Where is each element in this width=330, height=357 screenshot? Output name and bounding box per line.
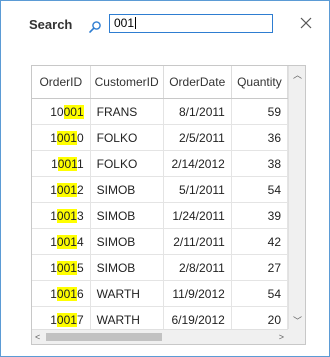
cell-orderid[interactable]: 10017 bbox=[32, 306, 91, 329]
search-match-highlight: 001 bbox=[56, 130, 77, 145]
cell-customerid[interactable]: FRANS bbox=[90, 98, 164, 125]
grid-body: 10001 FRANS 8/1/2011 59 10010 FOLKO 2/5/2011 36… bbox=[32, 98, 288, 329]
scroll-down-icon[interactable]: ﹀ bbox=[293, 316, 302, 326]
scroll-left-icon[interactable]: < bbox=[35, 332, 40, 342]
cell-orderid[interactable]: 10012 bbox=[32, 176, 91, 203]
table-row[interactable]: 10014 SIMOB 2/11/2011 42 bbox=[32, 228, 288, 255]
vertical-scrollbar[interactable]: ︿ ﹀ bbox=[288, 66, 305, 329]
header-row: OrderID CustomerID OrderDate Quantity bbox=[32, 66, 288, 99]
cell-customerid[interactable]: FOLKO bbox=[90, 124, 164, 151]
search-match-highlight: 001 bbox=[56, 312, 77, 327]
cell-orderdate[interactable]: 5/1/2011 bbox=[163, 176, 232, 203]
cell-orderdate[interactable]: 11/9/2012 bbox=[163, 280, 232, 307]
search-icon[interactable] bbox=[88, 20, 102, 34]
search-dialog: Search 001 OrderID CustomerID OrderDate … bbox=[0, 0, 330, 357]
table-row[interactable]: 10013 SIMOB 1/24/2011 39 bbox=[32, 202, 288, 229]
cell-orderdate[interactable]: 2/11/2011 bbox=[163, 228, 232, 255]
column-header-orderdate[interactable]: OrderDate bbox=[163, 66, 232, 99]
cell-quantity[interactable]: 54 bbox=[231, 176, 288, 203]
orders-grid[interactable]: OrderID CustomerID OrderDate Quantity 10… bbox=[31, 65, 306, 345]
cell-orderid[interactable]: 10013 bbox=[32, 202, 91, 229]
grid-viewport: OrderID CustomerID OrderDate Quantity 10… bbox=[32, 66, 288, 329]
cell-quantity[interactable]: 36 bbox=[231, 124, 288, 151]
cell-orderdate[interactable]: 2/5/2011 bbox=[163, 124, 232, 151]
cell-quantity[interactable]: 39 bbox=[231, 202, 288, 229]
cell-quantity[interactable]: 27 bbox=[231, 254, 288, 281]
search-match-highlight: 001 bbox=[56, 234, 77, 249]
cell-orderid[interactable]: 10001 bbox=[32, 98, 91, 125]
search-match-highlight: 001 bbox=[57, 156, 77, 171]
cell-customerid[interactable]: WARTH bbox=[90, 280, 164, 307]
cell-customerid[interactable]: SIMOB bbox=[90, 228, 164, 255]
cell-orderid[interactable]: 10016 bbox=[32, 280, 91, 307]
cell-quantity[interactable]: 42 bbox=[231, 228, 288, 255]
search-match-highlight: 001 bbox=[63, 104, 84, 119]
search-label: Search bbox=[29, 17, 73, 32]
scrollbar-corner bbox=[288, 329, 305, 344]
cell-customerid[interactable]: FOLKO bbox=[90, 150, 164, 177]
search-match-highlight: 001 bbox=[56, 208, 77, 223]
cell-orderdate[interactable]: 2/8/2011 bbox=[163, 254, 232, 281]
cell-quantity[interactable]: 20 bbox=[231, 306, 288, 329]
search-input-value: 001 bbox=[114, 16, 135, 30]
close-icon[interactable] bbox=[298, 15, 314, 31]
search-match-highlight: 001 bbox=[56, 260, 77, 275]
table-row[interactable]: 10012 SIMOB 5/1/2011 54 bbox=[32, 176, 288, 203]
cell-orderdate[interactable]: 1/24/2011 bbox=[163, 202, 232, 229]
cell-quantity[interactable]: 38 bbox=[231, 150, 288, 177]
cell-customerid[interactable]: SIMOB bbox=[90, 254, 164, 281]
horizontal-scrollbar[interactable]: < > bbox=[32, 329, 288, 344]
cell-orderid[interactable]: 10015 bbox=[32, 254, 91, 281]
column-header-customerid[interactable]: CustomerID bbox=[90, 66, 164, 99]
text-caret bbox=[135, 17, 137, 29]
cell-orderid[interactable]: 10014 bbox=[32, 228, 91, 255]
cell-orderdate[interactable]: 8/1/2011 bbox=[163, 98, 232, 125]
cell-customerid[interactable]: WARTH bbox=[90, 306, 164, 329]
column-header-orderid[interactable]: OrderID bbox=[32, 66, 91, 99]
search-match-highlight: 001 bbox=[56, 286, 77, 301]
orders-table: OrderID CustomerID OrderDate Quantity 10… bbox=[32, 66, 288, 329]
table-row[interactable]: 10017 WARTH 6/19/2012 20 bbox=[32, 306, 288, 329]
table-row[interactable]: 10015 SIMOB 2/8/2011 27 bbox=[32, 254, 288, 281]
table-row[interactable]: 10016 WARTH 11/9/2012 54 bbox=[32, 280, 288, 307]
cell-quantity[interactable]: 54 bbox=[231, 280, 288, 307]
cell-orderid[interactable]: 10010 bbox=[32, 124, 91, 151]
cell-orderid[interactable]: 10011 bbox=[32, 150, 91, 177]
table-row[interactable]: 10001 FRANS 8/1/2011 59 bbox=[32, 98, 288, 125]
horizontal-scroll-thumb[interactable] bbox=[46, 333, 162, 341]
scroll-right-icon[interactable]: > bbox=[279, 332, 284, 342]
cell-customerid[interactable]: SIMOB bbox=[90, 176, 164, 203]
cell-customerid[interactable]: SIMOB bbox=[90, 202, 164, 229]
column-header-quantity[interactable]: Quantity bbox=[231, 66, 288, 99]
search-match-highlight: 001 bbox=[56, 182, 77, 197]
search-input[interactable]: 001 bbox=[109, 14, 273, 33]
table-row[interactable]: 10011 FOLKO 2/14/2012 38 bbox=[32, 150, 288, 177]
cell-quantity[interactable]: 59 bbox=[231, 98, 288, 125]
table-row[interactable]: 10010 FOLKO 2/5/2011 36 bbox=[32, 124, 288, 151]
scroll-up-icon[interactable]: ︿ bbox=[293, 70, 302, 80]
cell-orderdate[interactable]: 6/19/2012 bbox=[163, 306, 232, 329]
cell-orderdate[interactable]: 2/14/2012 bbox=[163, 150, 232, 177]
